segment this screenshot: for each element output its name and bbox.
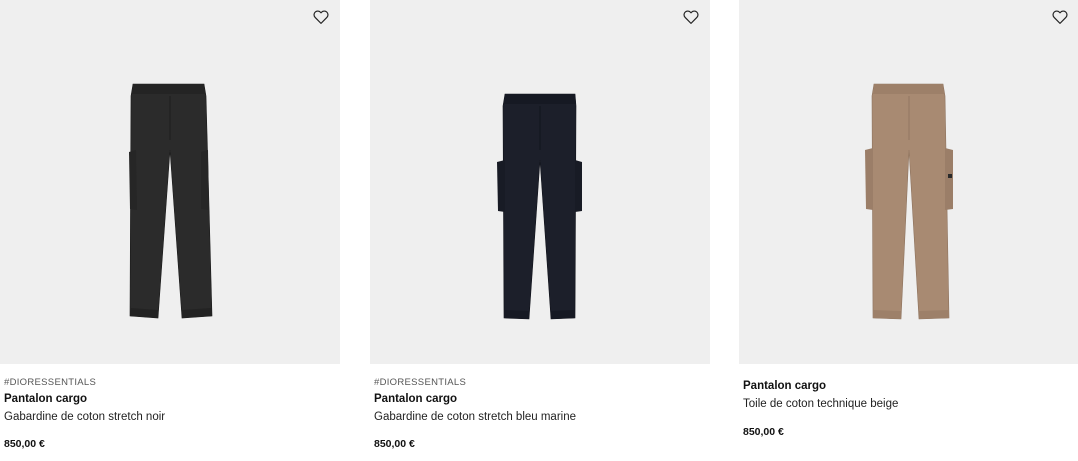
product-image[interactable]	[739, 0, 1078, 364]
pants-shape	[865, 83, 953, 320]
product-price: 850,00 €	[743, 426, 784, 438]
heart-icon[interactable]	[682, 8, 700, 26]
product-card[interactable]: Pantalon cargo Toile de coton technique …	[739, 0, 1078, 461]
heart-icon[interactable]	[312, 8, 330, 26]
product-description: Gabardine de coton stretch noir	[4, 411, 166, 423]
pants-shape	[497, 93, 582, 320]
product-name[interactable]: Pantalon cargo	[374, 393, 457, 405]
heart-icon[interactable]	[1051, 8, 1069, 26]
product-name[interactable]: Pantalon cargo	[4, 393, 87, 405]
pants-shape	[129, 83, 213, 319]
product-name[interactable]: Pantalon cargo	[743, 380, 826, 392]
pants-image	[865, 83, 953, 320]
product-card[interactable]: #DIORESSENTIALS Pantalon cargo Gabardine…	[370, 0, 710, 461]
pants-image	[129, 83, 213, 319]
product-tag: #DIORESSENTIALS	[374, 377, 467, 388]
product-price: 850,00 €	[4, 438, 45, 450]
product-card[interactable]: #DIORESSENTIALS Pantalon cargo Gabardine…	[0, 0, 340, 461]
product-description: Gabardine de coton stretch bleu marine	[374, 411, 577, 423]
product-description: Toile de coton technique beige	[743, 398, 899, 410]
product-image[interactable]	[0, 0, 340, 364]
product-image[interactable]	[370, 0, 710, 364]
product-grid: #DIORESSENTIALS Pantalon cargo Gabardine…	[0, 0, 1078, 461]
product-price: 850,00 €	[374, 438, 415, 450]
pants-image	[497, 93, 582, 320]
product-tag: #DIORESSENTIALS	[4, 377, 97, 388]
